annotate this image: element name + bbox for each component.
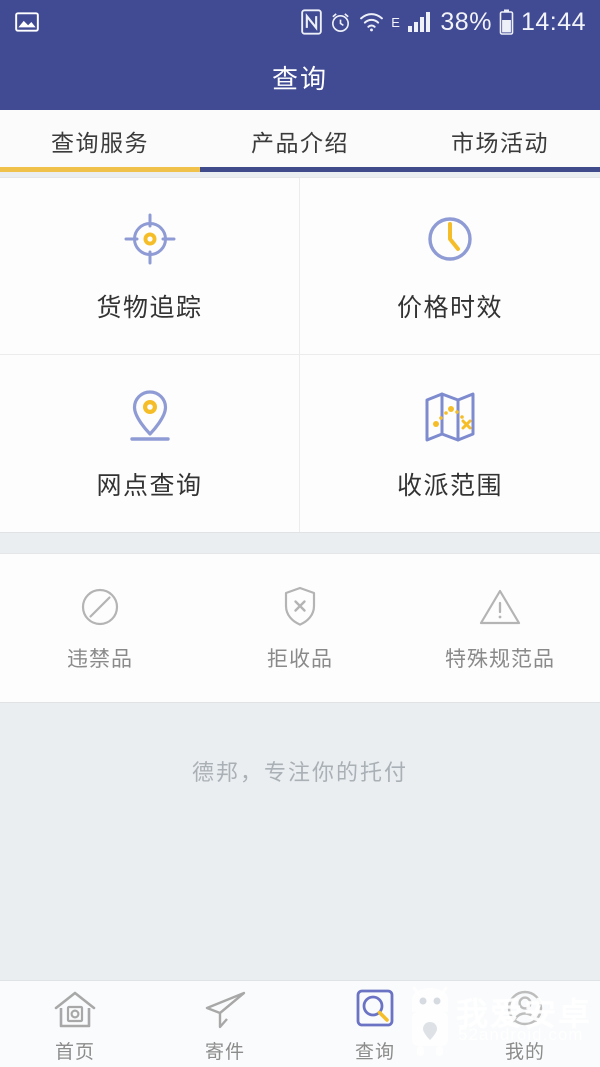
service-label: 价格时效 xyxy=(396,294,503,322)
prohibited-icon xyxy=(78,583,122,631)
status-bar: E 38% 14:44 xyxy=(0,0,600,44)
tab-underline-active xyxy=(0,167,200,172)
clock-icon xyxy=(421,208,479,270)
notice-label: 拒收品 xyxy=(267,648,333,671)
service-label: 收派范围 xyxy=(396,471,503,500)
home-icon xyxy=(52,985,98,1031)
notice-label: 特殊规范品 xyxy=(445,648,555,671)
map-pin-icon xyxy=(121,386,179,448)
image-icon xyxy=(14,9,40,35)
paper-plane-icon xyxy=(202,985,248,1031)
notice-label: 违禁品 xyxy=(67,648,133,671)
service-item-coverage[interactable]: 收派范围 xyxy=(300,355,600,532)
nav-item-query[interactable]: 查询 xyxy=(300,981,450,1067)
tagline: 德邦，专注你的托付 xyxy=(191,760,408,785)
service-label: 货物追踪 xyxy=(96,294,203,322)
battery-icon xyxy=(499,9,514,35)
tab-underline xyxy=(0,167,600,172)
main-content: 货物追踪 价格时效 网点查询 收派范围 违禁品 拒收品 特殊规范品 德邦，专注你… xyxy=(0,177,600,980)
wifi-icon xyxy=(359,11,384,33)
nfc-icon xyxy=(301,9,322,35)
app-screen: E 38% 14:44 查询 查询服务 产品介绍 市场活动 货物追踪 价格时效 … xyxy=(0,0,600,1067)
section-gap xyxy=(0,533,600,553)
tab-query-service[interactable]: 查询服务 xyxy=(0,124,200,158)
tab-underline-rest xyxy=(200,167,600,172)
search-square-icon xyxy=(353,985,397,1031)
notice-item-rejected[interactable]: 拒收品 xyxy=(200,583,400,673)
target-icon xyxy=(121,208,179,270)
tab-bar: 查询服务 产品介绍 市场活动 xyxy=(0,110,600,172)
tab-market-activity[interactable]: 市场活动 xyxy=(400,124,600,158)
shield-x-icon xyxy=(278,583,322,631)
clock-time-label: 14:44 xyxy=(520,7,586,36)
user-circle-icon xyxy=(502,985,548,1031)
tab-product-intro[interactable]: 产品介绍 xyxy=(200,124,400,158)
folded-map-icon xyxy=(419,386,481,448)
notice-item-special[interactable]: 特殊规范品 xyxy=(400,583,600,673)
service-label: 网点查询 xyxy=(96,471,203,500)
warning-triangle-icon xyxy=(477,583,523,631)
status-bar-left xyxy=(14,9,40,35)
title-bar: 查询 xyxy=(0,44,600,110)
page-title: 查询 xyxy=(271,63,328,94)
nav-label: 寄件 xyxy=(204,1041,245,1063)
nav-label: 查询 xyxy=(354,1041,395,1063)
battery-percent-label: 38% xyxy=(440,7,492,36)
network-type-label: E xyxy=(391,14,401,30)
nav-label: 我的 xyxy=(504,1041,545,1063)
signal-icon xyxy=(407,11,433,33)
nav-label: 首页 xyxy=(54,1041,95,1063)
status-bar-right: E 38% 14:44 xyxy=(301,8,586,37)
service-item-branch-query[interactable]: 网点查询 xyxy=(0,355,300,532)
notice-row: 违禁品 拒收品 特殊规范品 xyxy=(0,553,600,703)
nav-item-home[interactable]: 首页 xyxy=(0,981,150,1067)
alarm-icon xyxy=(329,11,352,34)
service-item-tracking[interactable]: 货物追踪 xyxy=(0,178,300,355)
notice-item-prohibited[interactable]: 违禁品 xyxy=(0,583,200,673)
nav-item-send[interactable]: 寄件 xyxy=(150,981,300,1067)
nav-item-mine[interactable]: 我的 xyxy=(450,981,600,1067)
bottom-nav: 首页 寄件 查询 我的 xyxy=(0,980,600,1067)
service-grid: 货物追踪 价格时效 网点查询 收派范围 xyxy=(0,177,600,533)
service-item-price-time[interactable]: 价格时效 xyxy=(300,178,600,355)
